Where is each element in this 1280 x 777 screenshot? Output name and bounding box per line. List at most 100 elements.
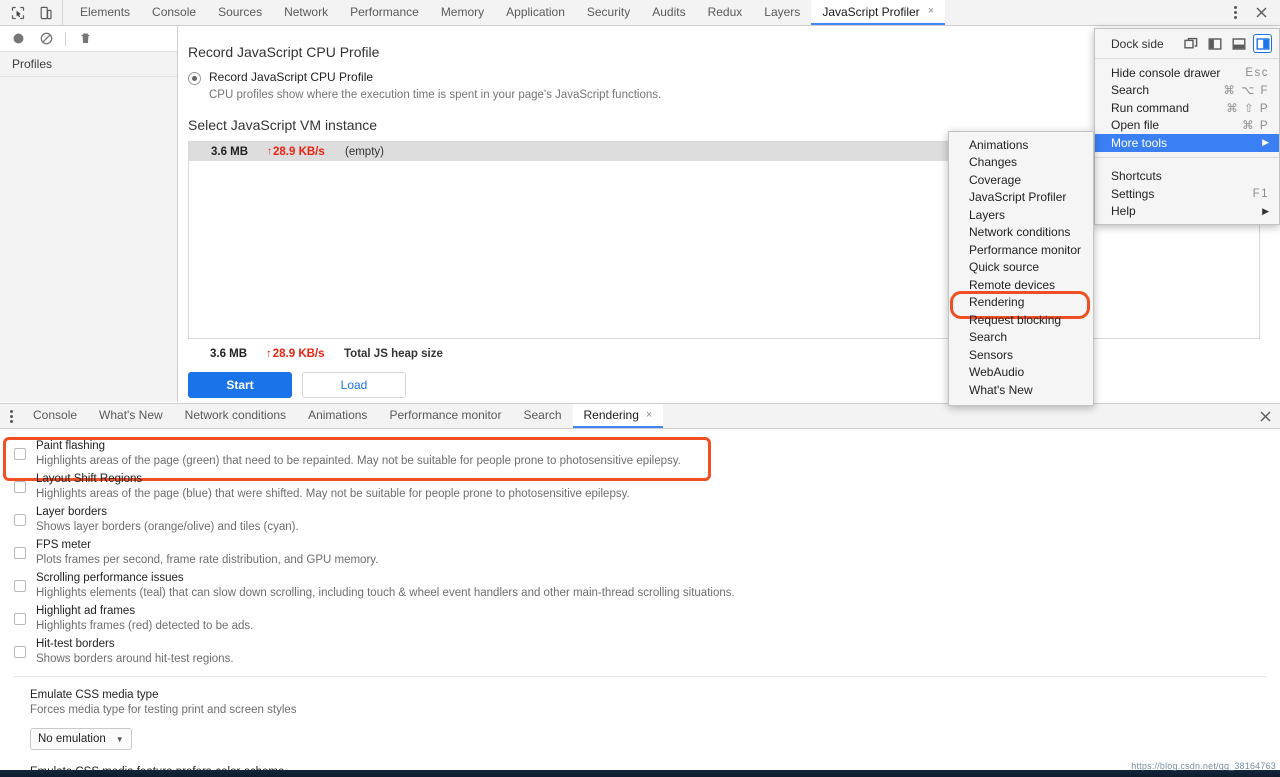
drawer-tab-animations[interactable]: Animations: [297, 404, 378, 428]
checkbox-layer-borders[interactable]: [14, 514, 26, 526]
tab-label: Network: [284, 5, 328, 19]
vm-rate: ↑ 28.9 KB/s: [267, 146, 345, 158]
checkbox-layout-shift-regions[interactable]: [14, 481, 26, 493]
menu-item-settings[interactable]: Settings F1: [1095, 185, 1279, 203]
submenu-item-sensors[interactable]: Sensors: [949, 346, 1093, 364]
option-description: Plots frames per second, frame rate dist…: [36, 553, 378, 567]
media-type-select[interactable]: No emulation ▼: [30, 728, 132, 750]
tabbar-left-icons: [0, 0, 63, 25]
submenu-item-performance-monitor[interactable]: Performance monitor: [949, 241, 1093, 259]
drawer-tab-network-conditions[interactable]: Network conditions: [174, 404, 297, 428]
rendering-option-hit-test-borders[interactable]: Hit-test borders Shows borders around hi…: [0, 635, 1280, 668]
submenu-item-label: Layers: [969, 208, 1005, 222]
dock-to-left-icon[interactable]: [1206, 35, 1223, 52]
checkbox-scrolling-performance-issues[interactable]: [14, 580, 26, 592]
rendering-option-fps-meter[interactable]: FPS meter Plots frames per second, frame…: [0, 536, 1280, 569]
load-button[interactable]: Load: [302, 372, 406, 398]
submenu-item-remote-devices[interactable]: Remote devices: [949, 276, 1093, 294]
option-text: Highlight ad frames Highlights frames (r…: [36, 604, 253, 633]
close-icon[interactable]: ×: [928, 6, 934, 17]
dock-side-label: Dock side: [1111, 37, 1164, 51]
menu-item-more-tools[interactable]: More tools ▶: [1095, 134, 1279, 152]
checkbox-paint-flashing[interactable]: [14, 448, 26, 460]
submenu-item-request-blocking[interactable]: Request blocking: [949, 311, 1093, 329]
kebab-glyph: [10, 410, 13, 423]
rendering-option-layout-shift-regions[interactable]: Layout Shift Regions Highlights areas of…: [0, 470, 1280, 503]
tab-javascript-profiler[interactable]: JavaScript Profiler ×: [811, 0, 945, 25]
tab-performance[interactable]: Performance: [339, 0, 430, 25]
tab-layers[interactable]: Layers: [753, 0, 811, 25]
dock-to-bottom-icon[interactable]: [1230, 35, 1247, 52]
rendering-option-paint-flashing[interactable]: Paint flashing Highlights areas of the p…: [0, 437, 1280, 470]
option-title: Scrolling performance issues: [36, 571, 735, 586]
close-drawer-icon[interactable]: [1250, 404, 1280, 428]
menu-item-search[interactable]: Search ⌘ ⌥ F: [1095, 82, 1279, 100]
close-devtools-icon[interactable]: [1250, 2, 1272, 24]
checkbox-highlight-ad-frames[interactable]: [14, 613, 26, 625]
checkbox-fps-meter[interactable]: [14, 547, 26, 559]
main-tab-list: Elements Console Sources Network Perform…: [63, 0, 945, 25]
checkbox-hit-test-borders[interactable]: [14, 646, 26, 658]
tab-sources[interactable]: Sources: [207, 0, 273, 25]
dock-to-right-icon[interactable]: [1254, 35, 1271, 52]
submenu-item-label: What's New: [969, 383, 1033, 397]
watermark-text: https://blog.csdn.net/qq_38164763: [1131, 761, 1276, 771]
menu-item-label: Open file: [1111, 118, 1242, 132]
tab-memory[interactable]: Memory: [430, 0, 495, 25]
menu-item-hide-console-drawer[interactable]: Hide console drawer Esc: [1095, 64, 1279, 82]
menu-item-accelerator: ⌘ ⌥ F: [1223, 83, 1269, 97]
menu-item-help[interactable]: Help ▶: [1095, 203, 1279, 221]
option-text: Layer borders Shows layer borders (orang…: [36, 505, 299, 534]
submenu-item-rendering[interactable]: Rendering: [949, 294, 1093, 312]
rendering-option-scrolling-performance-issues[interactable]: Scrolling performance issues Highlights …: [0, 569, 1280, 602]
submenu-item-layers[interactable]: Layers: [949, 206, 1093, 224]
menu-item-open-file[interactable]: Open file ⌘ P: [1095, 117, 1279, 135]
drawer-tab-search[interactable]: Search: [512, 404, 572, 428]
submenu-item-webaudio[interactable]: WebAudio: [949, 364, 1093, 382]
drawer-tab-rendering[interactable]: Rendering ×: [573, 404, 664, 428]
start-button[interactable]: Start: [188, 372, 292, 398]
submenu-item-coverage[interactable]: Coverage: [949, 171, 1093, 189]
tab-network[interactable]: Network: [273, 0, 339, 25]
tab-security[interactable]: Security: [576, 0, 641, 25]
option-title: Paint flashing: [36, 439, 681, 454]
submenu-item-network-conditions[interactable]: Network conditions: [949, 224, 1093, 242]
submenu-item-animations[interactable]: Animations: [949, 136, 1093, 154]
tab-audits[interactable]: Audits: [641, 0, 696, 25]
more-options-kebab-icon[interactable]: [1224, 2, 1246, 24]
menu-item-shortcuts[interactable]: Shortcuts: [1095, 168, 1279, 186]
device-toolbar-icon[interactable]: [36, 3, 56, 23]
option-title: Layout Shift Regions: [36, 472, 630, 487]
submenu-item-label: Performance monitor: [969, 243, 1081, 257]
tab-application[interactable]: Application: [495, 0, 576, 25]
rendering-option-highlight-ad-frames[interactable]: Highlight ad frames Highlights frames (r…: [0, 602, 1280, 635]
submenu-item-search[interactable]: Search: [949, 329, 1093, 347]
record-icon[interactable]: [6, 28, 30, 50]
drawer-tab-label: What's New: [99, 408, 163, 422]
menu-item-accelerator: F1: [1253, 188, 1269, 200]
inspect-element-icon[interactable]: [8, 3, 28, 23]
drawer-tab-console[interactable]: Console: [22, 404, 88, 428]
drawer-tab-whats-new[interactable]: What's New: [88, 404, 174, 428]
option-description: Shows layer borders (orange/olive) and t…: [36, 520, 299, 534]
close-icon[interactable]: ×: [646, 409, 652, 421]
tab-label: Audits: [652, 5, 685, 19]
tab-redux[interactable]: Redux: [697, 0, 754, 25]
tab-elements[interactable]: Elements: [69, 0, 141, 25]
profiles-header: Profiles: [0, 52, 177, 77]
rendering-option-layer-borders[interactable]: Layer borders Shows layer borders (orang…: [0, 503, 1280, 536]
total-rate: ↑ 28.9 KB/s: [266, 348, 344, 360]
drawer-tab-performance-monitor[interactable]: Performance monitor: [378, 404, 512, 428]
radio-record-cpu-profile[interactable]: [188, 72, 201, 85]
submenu-item-whats-new[interactable]: What's New: [949, 381, 1093, 399]
submenu-item-quick-source[interactable]: Quick source: [949, 259, 1093, 277]
submenu-item-javascript-profiler[interactable]: JavaScript Profiler: [949, 189, 1093, 207]
trash-icon[interactable]: [73, 28, 97, 50]
clear-icon[interactable]: [34, 28, 58, 50]
drawer-more-options-kebab-icon[interactable]: [0, 404, 22, 428]
undock-into-separate-window-icon[interactable]: [1182, 35, 1199, 52]
menu-item-run-command[interactable]: Run command ⌘ ⇧ P: [1095, 99, 1279, 117]
tab-console[interactable]: Console: [141, 0, 207, 25]
submenu-item-changes[interactable]: Changes: [949, 154, 1093, 172]
tab-label: Elements: [80, 5, 130, 19]
